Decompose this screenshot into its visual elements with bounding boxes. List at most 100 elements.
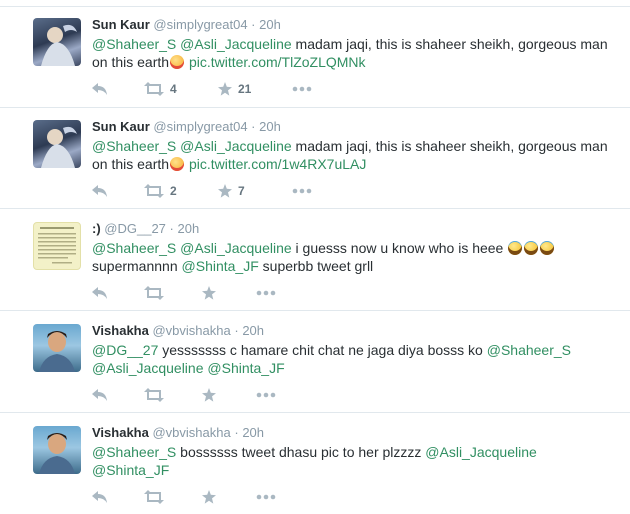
star-icon — [218, 184, 232, 198]
timestamp[interactable]: 20h — [259, 17, 281, 32]
author-handle[interactable]: @simplygreat04 — [153, 119, 247, 134]
tweet-text: @Shaheer_S @Asli_Jacqueline madam jaqi, … — [92, 35, 612, 71]
separator-dot: · — [251, 119, 256, 134]
timestamp[interactable]: 20h — [242, 425, 264, 440]
tweet-text-fragment: superbb tweet grll — [258, 258, 374, 274]
more-dots-icon — [256, 494, 276, 500]
avatar[interactable] — [33, 120, 81, 168]
author-name[interactable]: Sun Kaur — [92, 17, 150, 32]
avatar[interactable] — [33, 426, 81, 474]
tweet-actions — [92, 488, 352, 506]
retweet-icon — [144, 82, 164, 96]
reply-icon — [92, 491, 107, 503]
retweet-icon — [144, 286, 164, 300]
mention-link[interactable]: @Shaheer_S — [487, 342, 571, 358]
tweet[interactable]: Sun Kaur @simplygreat04 · 20h @Shaheer_S… — [0, 7, 630, 108]
separator-dot: · — [234, 425, 239, 440]
tweet-feed: Sun Kaur @simplygreat04 · 20h @Shaheer_S… — [0, 0, 630, 514]
reply-button[interactable] — [92, 80, 108, 98]
favorite-button[interactable] — [202, 386, 216, 404]
more-button[interactable] — [256, 386, 276, 404]
mention-link[interactable]: @Asli_Jacqueline — [180, 138, 292, 154]
author-name[interactable]: Sun Kaur — [92, 119, 150, 134]
retweet-icon — [144, 490, 164, 504]
reply-icon — [92, 389, 107, 401]
avatar[interactable] — [33, 18, 81, 66]
avatar-image — [39, 331, 75, 372]
author-handle[interactable]: @DG__27 — [104, 221, 166, 236]
more-dots-icon — [292, 86, 312, 92]
mention-link[interactable]: @Asli_Jacqueline — [180, 240, 292, 256]
favorite-button[interactable] — [202, 284, 216, 302]
tweet-actions: 4 21 — [92, 80, 352, 98]
more-button[interactable] — [292, 182, 312, 200]
mention-link[interactable]: @Asli_Jacqueline — [92, 360, 204, 376]
reply-icon — [92, 287, 107, 299]
retweet-button[interactable] — [144, 386, 164, 404]
tweet-text-fragment: bossssss tweet dhasu pic to her plzzzz — [176, 444, 426, 460]
tweet[interactable]: Sun Kaur @simplygreat04 · 20h @Shaheer_S… — [0, 108, 630, 209]
separator-dot: · — [169, 221, 174, 236]
reply-button[interactable] — [92, 488, 108, 506]
author-name[interactable]: :) — [92, 221, 101, 236]
avatar[interactable] — [33, 324, 81, 372]
pic-link[interactable]: pic.twitter.com/TlZoZLQMNk — [189, 54, 366, 70]
retweet-button[interactable]: 2 — [144, 182, 177, 200]
mention-link[interactable]: @Asli_Jacqueline — [180, 36, 292, 52]
mention-link[interactable]: @Shinta_JF — [92, 462, 169, 478]
favorite-count: 21 — [238, 82, 252, 96]
avatar-image — [41, 24, 77, 66]
avatar[interactable] — [33, 222, 81, 270]
avatar-image — [38, 227, 76, 264]
more-button[interactable] — [256, 284, 276, 302]
retweet-button[interactable]: 4 — [144, 80, 177, 98]
mention-link[interactable]: @Shaheer_S — [92, 138, 176, 154]
star-icon — [218, 82, 232, 96]
tweet-text: @Shaheer_S @Asli_Jacqueline madam jaqi, … — [92, 137, 612, 173]
retweet-count: 2 — [170, 184, 177, 198]
reply-icon — [92, 83, 107, 95]
retweet-button[interactable] — [144, 284, 164, 302]
timestamp[interactable]: 20h — [259, 119, 281, 134]
laughing-emoji — [540, 241, 555, 255]
more-dots-icon — [292, 188, 312, 194]
star-icon — [202, 286, 216, 300]
reply-button[interactable] — [92, 182, 108, 200]
favorite-button[interactable]: 7 — [218, 182, 245, 200]
tweet-text: @Shaheer_S bossssss tweet dhasu pic to h… — [92, 443, 612, 479]
author-handle[interactable]: @vbvishakha — [152, 425, 230, 440]
mention-link[interactable]: @Shinta_JF — [182, 258, 259, 274]
more-button[interactable] — [292, 80, 312, 98]
mention-link[interactable]: @Asli_Jacqueline — [425, 444, 537, 460]
retweet-button[interactable] — [144, 488, 164, 506]
tweet[interactable]: Vishakha @vbvishakha · 20h @DG__27 yesss… — [0, 311, 630, 413]
mention-link[interactable]: @Shaheer_S — [92, 444, 176, 460]
timestamp[interactable]: 20h — [178, 221, 200, 236]
more-dots-icon — [256, 392, 276, 398]
tweet[interactable]: Vishakha @vbvishakha · 20h @Shaheer_S bo… — [0, 413, 630, 514]
tweet-actions — [92, 284, 352, 302]
reply-button[interactable] — [92, 386, 108, 404]
tweet-text: @Shaheer_S @Asli_Jacqueline i guesss now… — [92, 239, 612, 275]
favorite-count: 7 — [238, 184, 245, 198]
timestamp[interactable]: 20h — [242, 323, 264, 338]
more-button[interactable] — [256, 488, 276, 506]
reply-button[interactable] — [92, 284, 108, 302]
author-name[interactable]: Vishakha — [92, 425, 149, 440]
favorite-button[interactable] — [202, 488, 216, 506]
mention-link[interactable]: @DG__27 — [92, 342, 158, 358]
pic-link[interactable]: pic.twitter.com/1w4RX7uLAJ — [189, 156, 366, 172]
author-name[interactable]: Vishakha — [92, 323, 149, 338]
author-handle[interactable]: @simplygreat04 — [153, 17, 247, 32]
mention-link[interactable]: @Shaheer_S — [92, 36, 176, 52]
separator-dot: · — [251, 17, 256, 32]
author-handle[interactable]: @vbvishakha — [152, 323, 230, 338]
tweet[interactable]: :) @DG__27 · 20h @Shaheer_S @Asli_Jacque… — [0, 209, 630, 311]
favorite-button[interactable]: 21 — [218, 80, 251, 98]
smiling-face-emoji — [170, 157, 185, 171]
mention-link[interactable]: @Shinta_JF — [207, 360, 284, 376]
tweet-actions: 2 7 — [92, 182, 352, 200]
mention-link[interactable]: @Shaheer_S — [92, 240, 176, 256]
avatar-image — [39, 433, 75, 474]
tweet-header: Sun Kaur @simplygreat04 · 20h — [92, 17, 281, 33]
